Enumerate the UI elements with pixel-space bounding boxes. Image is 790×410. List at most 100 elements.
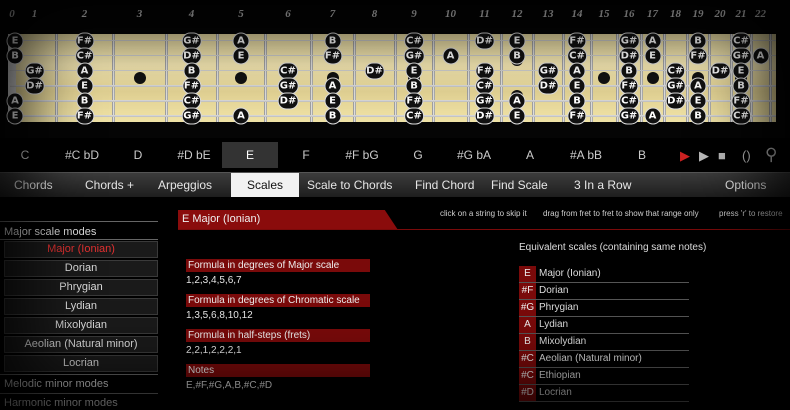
equivalent-row[interactable]: #C Ethiopian [519,368,689,385]
equivalent-key: #D [519,385,536,401]
instruction-range: drag from fret to fret to show that rang… [543,209,699,218]
guitar-string[interactable] [10,55,776,56]
note-marker[interactable]: E [232,47,250,65]
main-tabs[interactable]: Chords Chords + Arpeggios Scales Scale to Ch… [0,172,790,197]
fret-number: 3 [136,8,143,20]
equivalent-name: Mixolydian [539,336,587,347]
key-2[interactable]: D [110,142,166,168]
mode-item[interactable]: Locrian [4,355,158,372]
fret-wire [264,34,267,122]
tab-4[interactable]: Scale to Chords [307,173,392,197]
key-6[interactable]: #F bG [334,142,390,168]
note-marker[interactable]: F# [74,107,95,125]
key-9[interactable]: A [502,142,558,168]
note-marker[interactable]: F# [567,107,587,125]
equivalent-name: Locrian [539,387,572,398]
mode-item[interactable]: Major (Ionian) [4,241,158,258]
equivalent-row[interactable]: B Mixolydian [519,334,689,351]
note-marker[interactable]: G# [618,107,640,125]
note-marker[interactable]: D# [364,62,385,80]
note-marker[interactable]: G# [181,107,202,125]
tab-1[interactable]: Chords + [85,173,134,197]
zoom-icon[interactable]: ⚲ [765,145,777,164]
guitar-string[interactable] [10,115,776,117]
key-3[interactable]: #D bE [166,142,222,168]
play-icon[interactable]: ▶ [680,148,690,163]
formula-halfsteps-heading: Formula in half-steps (frets) [186,329,370,342]
note-marker[interactable]: A [644,107,661,125]
note-marker[interactable]: C# [731,107,751,125]
tab-5[interactable]: Find Chord [415,173,474,197]
key-4[interactable]: E [222,142,278,168]
stop-icon[interactable]: ■ [718,148,726,163]
equivalent-row[interactable]: E Major (Ionian) [519,266,689,283]
note-marker[interactable]: E [508,107,526,125]
key-0[interactable]: C [0,142,53,168]
guitar-string[interactable] [10,40,776,41]
guitar-string[interactable] [10,85,776,87]
note-marker[interactable]: B [6,47,24,65]
note-marker[interactable]: D# [474,32,495,50]
mode-item[interactable]: Aeolian (Natural minor) [4,336,158,353]
note-marker[interactable]: B [689,107,707,125]
key-selector[interactable]: C #C bD D #D bE E F #F bG G #G bA A #A bB B [0,142,790,168]
mode-item[interactable]: Phrygian [4,279,158,296]
melodic-modes-heading[interactable]: Melodic minor modes [4,378,109,390]
note-marker[interactable]: D# [24,77,45,95]
harmonic-modes-heading[interactable]: Harmonic minor modes [4,397,118,409]
fret-wire [532,34,535,122]
note-marker[interactable]: F# [688,47,708,65]
note-marker[interactable]: C# [404,107,424,125]
key-11[interactable]: B [614,142,670,168]
equivalent-key: #G [519,300,536,316]
loop-icon[interactable]: () [742,148,751,163]
note-marker[interactable]: A [752,47,769,65]
guitar-string[interactable] [10,70,776,71]
tab-2[interactable]: Arpeggios [158,173,212,197]
note-marker[interactable]: D# [709,62,731,80]
equivalent-row[interactable]: #C Aeolian (Natural minor) [519,351,689,368]
note-marker[interactable]: E [6,107,24,125]
fret-inlay [598,72,610,84]
equivalent-row[interactable]: A Lydian [519,317,689,334]
major-modes-heading[interactable]: Major scale modes [4,226,96,238]
guitar-string[interactable] [10,100,776,102]
mode-item[interactable]: Mixolydian [4,317,158,334]
key-5[interactable]: F [278,142,334,168]
key-8[interactable]: #G bA [446,142,502,168]
equivalent-row[interactable]: #D Locrian [519,385,689,402]
step-icon[interactable]: ▶ [699,148,709,163]
key-7[interactable]: G [390,142,446,168]
formula-halfsteps-value: 2,2,1,2,2,2,1 [186,345,242,356]
note-marker[interactable]: D# [277,92,299,110]
note-marker[interactable]: D# [665,92,686,110]
tab-3[interactable]: Scales [231,173,300,197]
fret-wire [310,34,313,122]
tab-8[interactable]: Options [725,173,766,197]
note-marker[interactable]: E [644,47,661,65]
fret-number: 19 [692,8,704,20]
fret-wire [394,34,397,122]
key-1[interactable]: #C bD [54,142,110,168]
note-marker[interactable]: F# [322,47,343,65]
note-marker[interactable]: B [324,107,341,125]
tab-7[interactable]: 3 In a Row [574,173,631,197]
note-marker[interactable]: A [442,47,459,65]
note-marker[interactable]: B [508,47,526,65]
note-marker[interactable]: D# [474,107,495,125]
fretboard[interactable]: 0 1 2 3 4 5 6 7 8 9 10 11 12 13 14 15 16 17 18 19 20 21 22 EBA… [0,0,790,138]
equivalent-heading: Equivalent scales (containing same notes… [519,242,707,253]
fret-wire [750,34,753,122]
fret-wire [686,34,689,122]
mode-item[interactable]: Lydian [4,298,158,315]
note-marker[interactable]: A [232,107,250,125]
note-marker[interactable]: D# [537,77,559,95]
tab-6[interactable]: Find Scale [491,173,548,197]
equivalent-row[interactable]: #F Dorian [519,283,689,300]
equivalent-name: Dorian [539,285,569,296]
fret-number: 17 [647,8,658,20]
key-10[interactable]: #A bB [558,142,614,168]
mode-item[interactable]: Dorian [4,260,158,277]
equivalent-row[interactable]: #G Phrygian [519,300,689,317]
tab-0[interactable]: Chords [14,173,53,197]
